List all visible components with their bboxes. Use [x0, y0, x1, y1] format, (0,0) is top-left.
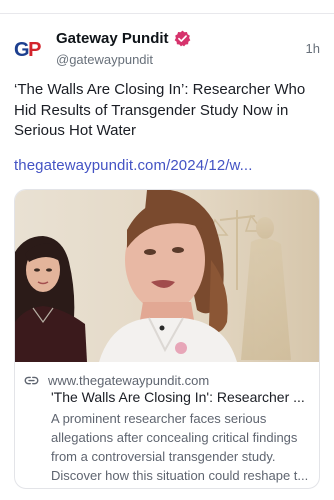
card-domain-row: www.thegatewaypundit.com	[24, 373, 209, 388]
post-link[interactable]: thegatewaypundit.com/2024/12/w...	[14, 157, 252, 174]
card-description: A prominent researcher faces serious all…	[51, 411, 309, 483]
card-image[interactable]	[15, 190, 319, 362]
link-preview-card[interactable]: www.thegatewaypundit.com 'The Walls Are …	[14, 189, 320, 489]
link-chain-icon	[24, 376, 39, 385]
card-domain: www.thegatewaypundit.com	[48, 373, 210, 388]
article-photo	[15, 190, 319, 362]
avatar-logo-text: GP	[14, 39, 41, 61]
verified-badge-icon	[174, 30, 190, 47]
card-title[interactable]: 'The Walls Are Closing In': Researcher .…	[51, 389, 313, 405]
post-header: GP Gateway Pundit @gatewaypundit 1h	[14, 30, 320, 72]
card-meta[interactable]: www.thegatewaypundit.com 'The Walls Are …	[15, 362, 319, 488]
author-handle[interactable]: @gatewaypundit	[56, 52, 153, 67]
avatar[interactable]: GP	[14, 32, 44, 66]
top-divider	[0, 13, 334, 14]
post-page: GP Gateway Pundit @gatewaypundit 1h ‘The…	[0, 0, 334, 500]
post-time[interactable]: 1h	[306, 41, 320, 56]
post-text: ‘The Walls Are Closing In’: Researcher W…	[14, 81, 306, 139]
display-name[interactable]: Gateway Pundit	[56, 30, 169, 47]
name-line: Gateway Pundit	[56, 30, 191, 47]
